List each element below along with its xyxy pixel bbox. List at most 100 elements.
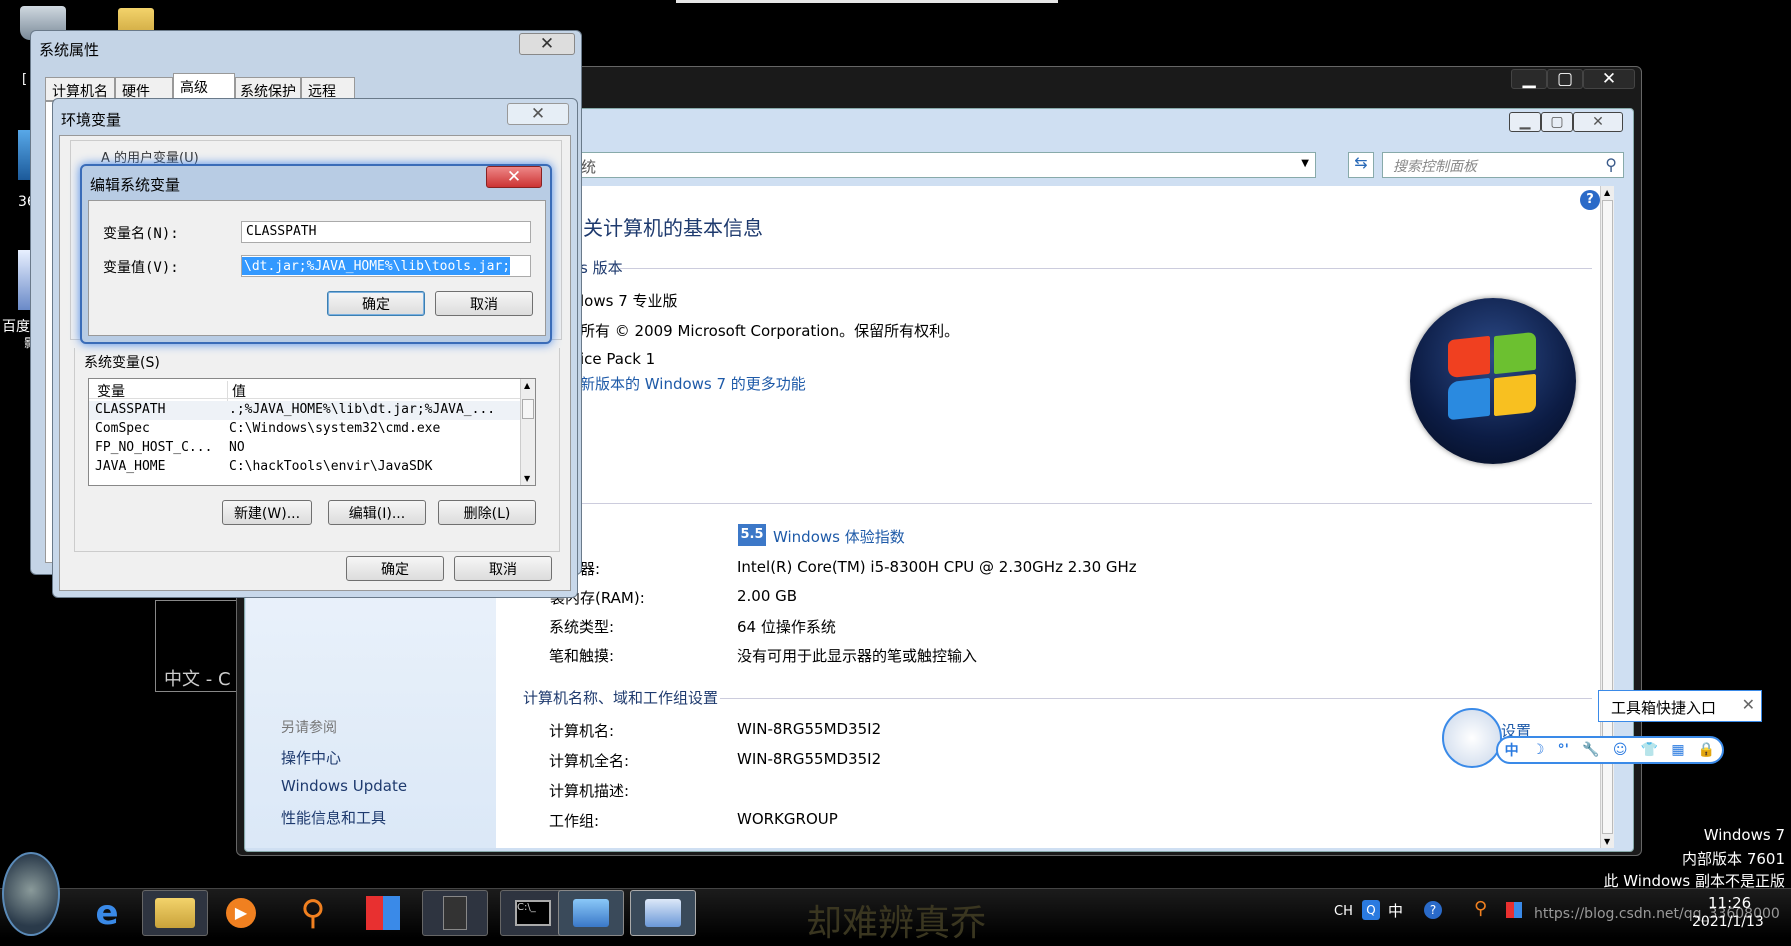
moon-icon[interactable]: ☽ — [1532, 742, 1545, 758]
var-value: .;%JAVA_HOME%\lib\dt.jar;%JAVA_... — [229, 402, 496, 417]
var-name: FP_NO_HOST_C... — [95, 440, 213, 455]
clock-date[interactable]: 2021/1/13 — [1692, 914, 1764, 930]
help-icon[interactable]: ? — [1424, 901, 1442, 919]
control-panel-icon[interactable] — [558, 890, 624, 936]
sys-vars-table[interactable]: 变量 值 CLASSPATH .;%JAVA_HOME%\lib\dt.jar;… — [88, 378, 536, 486]
systype-label: 系统类型: — [549, 618, 615, 636]
see-also-label: 另请参阅 — [281, 720, 337, 736]
smiley-icon[interactable]: ☺ — [1613, 742, 1628, 758]
start-button[interactable] — [2, 852, 60, 936]
edit-body: 变量名(N): CLASSPATH 变量值(V): \dt.jar;%JAVA_… — [88, 200, 546, 336]
tray-search-icon[interactable]: ⚲ — [1474, 898, 1487, 919]
tab-advanced[interactable]: 高级 — [173, 73, 235, 101]
program-icon[interactable] — [422, 890, 488, 936]
more-features-link[interactable]: 新版本的 Windows 7 的更多功能 — [580, 373, 806, 394]
close-button[interactable]: ✕ — [1583, 69, 1635, 89]
windows-logo — [1410, 298, 1576, 464]
ok-button[interactable]: 确定 — [346, 556, 444, 581]
delete-button[interactable]: 删除(L) — [438, 500, 536, 525]
breadcrumb: 统 — [581, 158, 597, 176]
scroll-up-icon[interactable]: ▲ — [524, 381, 530, 390]
lock-icon[interactable]: 🔒 — [1698, 742, 1715, 758]
cancel-button[interactable]: 取消 — [454, 556, 552, 581]
computer-section: 计算机名称、域和工作组设置 — [523, 689, 719, 707]
computer-name-label: 计算机名: — [549, 722, 615, 740]
close-button[interactable]: ✕ — [507, 103, 569, 125]
col-var-header[interactable]: 变量 — [97, 381, 125, 401]
ime-mode[interactable]: 中 — [1388, 900, 1403, 921]
var-value: C:\hackTools\envir\JavaSDK — [229, 459, 433, 474]
media-player-icon[interactable]: ▶ — [208, 890, 274, 936]
inner-minimize-button[interactable]: ▁ — [1509, 112, 1541, 132]
ime-indicator[interactable]: Q — [1362, 900, 1380, 920]
table-row[interactable]: CLASSPATH .;%JAVA_HOME%\lib\dt.jar;%JAVA… — [89, 401, 521, 420]
copyright: 所有 © 2009 Microsoft Corporation。保留所有权利。 — [580, 322, 960, 340]
system-props-icon[interactable] — [630, 890, 696, 936]
ok-button[interactable]: 确定 — [327, 291, 425, 316]
language-indicator[interactable]: CH — [1334, 904, 1353, 919]
chevron-down-icon[interactable]: ▼ — [1301, 158, 1309, 169]
cmd-icon[interactable]: C:\_ — [500, 890, 566, 936]
toolbox-popup: 工具箱快捷入口 ✕ — [1598, 690, 1762, 722]
close-button[interactable]: ✕ — [486, 166, 542, 188]
var-name: JAVA_HOME — [95, 459, 166, 474]
help-icon[interactable]: ? — [1580, 190, 1600, 210]
skin-icon[interactable]: 👕 — [1641, 742, 1658, 758]
search-input[interactable]: 搜索控制面板 ⚲ — [1382, 152, 1624, 178]
workgroup-label: 工作组: — [549, 812, 600, 830]
grid-icon[interactable]: ▦ — [1671, 742, 1684, 758]
cancel-button[interactable]: 取消 — [435, 291, 533, 316]
var-name: CLASSPATH — [95, 402, 166, 417]
minimize-button[interactable]: ▁ — [1511, 69, 1547, 89]
edit-var-dialog: 编辑系统变量 ✕ 变量名(N): CLASSPATH 变量值(V): \dt.j… — [80, 164, 552, 344]
see-also-performance[interactable]: 性能信息和工具 — [281, 807, 386, 828]
scroll-up-icon[interactable]: ▲ — [1604, 188, 1610, 197]
col-val-header[interactable]: 值 — [227, 381, 246, 401]
scroll-down-icon[interactable]: ▼ — [524, 474, 530, 483]
table-row[interactable]: JAVA_HOME C:\hackTools\envir\JavaSDK — [89, 458, 521, 477]
refresh-icon[interactable]: ⇆ — [1348, 152, 1374, 178]
tray-app-icon[interactable] — [1506, 902, 1522, 918]
new-button[interactable]: 新建(W)... — [222, 500, 312, 525]
cpu-value: Intel(R) Core(TM) i5-8300H CPU @ 2.30GHz… — [737, 558, 1137, 576]
edition-section: s 版本 — [580, 259, 623, 277]
clock-time[interactable]: 11:26 — [1708, 894, 1751, 912]
tab-bar: 计算机名 硬件 高级 系统保护 远程 — [45, 73, 355, 101]
scroll-thumb[interactable] — [522, 399, 534, 419]
ime-icon[interactable]: 中 — [1505, 740, 1519, 760]
close-button[interactable]: ✕ — [519, 33, 575, 55]
value-field[interactable]: \dt.jar;%JAVA_HOME%\lib\tools.jar; — [241, 255, 531, 277]
see-also-action-center[interactable]: 操作中心 — [281, 747, 341, 768]
table-scrollbar[interactable]: ▲ ▼ — [520, 379, 535, 485]
window-title: 编辑系统变量 — [90, 176, 181, 194]
rating-link[interactable]: Windows 体验指数 — [773, 526, 905, 547]
scroll-down-icon[interactable]: ▼ — [1604, 837, 1610, 846]
edit-button[interactable]: 编辑(I)... — [328, 500, 426, 525]
table-row[interactable]: FP_NO_HOST_C... NO — [89, 439, 521, 458]
section-divider — [720, 698, 1592, 699]
name-field[interactable]: CLASSPATH — [241, 221, 531, 243]
inner-close-button[interactable]: ✕ — [1573, 112, 1623, 132]
punctuation-icon[interactable]: °' — [1558, 742, 1569, 758]
var-value: C:\Windows\system32\cmd.exe — [229, 421, 441, 436]
explorer-icon[interactable] — [142, 890, 208, 936]
search-icon[interactable]: ⚲ — [280, 890, 346, 936]
section-divider — [560, 503, 1592, 504]
see-also-windows-update[interactable]: Windows Update — [281, 777, 407, 795]
table-row[interactable]: ComSpec C:\Windows\system32\cmd.exe — [89, 420, 521, 439]
toolbox-avatar[interactable] — [1442, 708, 1502, 768]
computer-name-value: WIN-8RG55MD35I2 — [737, 720, 882, 738]
wrench-icon[interactable]: 🔧 — [1582, 742, 1599, 758]
app-icon[interactable] — [350, 890, 416, 936]
edition: lows 7 专业版 — [580, 292, 678, 310]
search-icon[interactable]: ⚲ — [1605, 155, 1617, 174]
maximize-button[interactable]: ▢ — [1547, 69, 1583, 89]
ime-label: 中文 - C — [164, 669, 231, 690]
address-bar[interactable]: 统 ▼ — [572, 152, 1316, 178]
section-divider — [620, 268, 1592, 269]
ie-icon[interactable]: e — [74, 890, 140, 936]
ime-window[interactable]: 中文 - C — [155, 600, 245, 692]
inner-maximize-button[interactable]: ▢ — [1541, 112, 1573, 132]
close-icon[interactable]: ✕ — [1742, 695, 1755, 714]
cpu-label: 器: — [580, 560, 601, 578]
